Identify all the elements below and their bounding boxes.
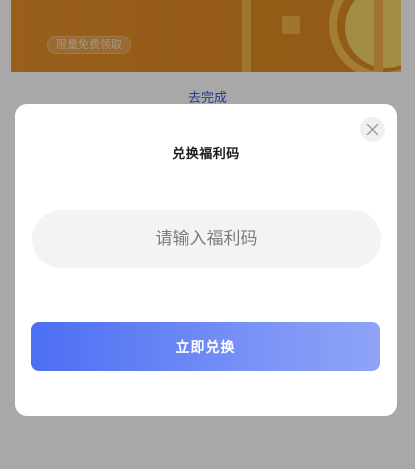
dialog-title: 兑换福利码	[172, 147, 240, 162]
close-button[interactable]	[360, 117, 385, 142]
redeem-now-button[interactable]: 立即兑换	[31, 322, 380, 371]
redeem-code-dialog: 兑换福利码 立即兑换	[15, 104, 397, 416]
close-icon	[366, 123, 379, 136]
redeem-code-input[interactable]	[32, 210, 381, 268]
screen: 限量免费领取 去完成 兑换福利码 立即兑换	[0, 0, 415, 469]
